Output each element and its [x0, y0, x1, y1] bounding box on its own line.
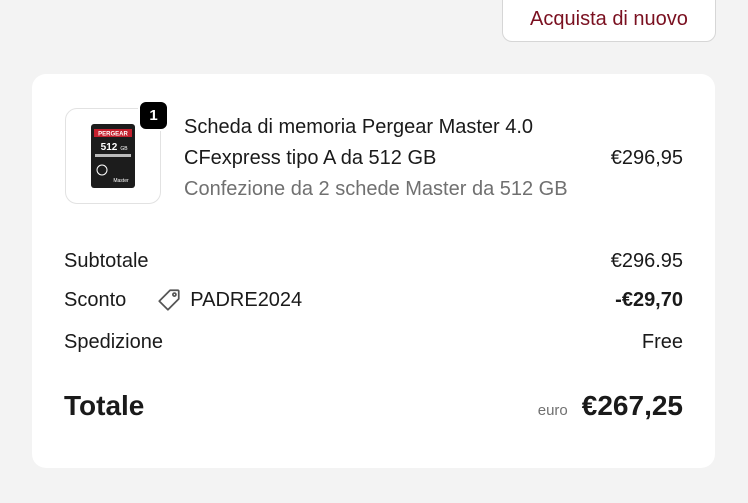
total-currency: euro	[537, 402, 568, 419]
subtotal-value: €296.95	[610, 249, 683, 272]
discount-value: -€29,70	[615, 288, 683, 311]
product-variant: Confezione da 2 schede Master da 512 GB	[184, 178, 568, 200]
total-value: €267,25	[581, 390, 683, 421]
tag-icon	[158, 289, 180, 311]
subtotal-row: Subtotale €296.95	[64, 246, 683, 276]
card-series-text: Master	[113, 178, 129, 184]
total-row: Totale euro €267,25	[64, 388, 683, 424]
card-unit-text: GB	[120, 146, 128, 152]
memory-card-image: PERGEAR 512 GB Master	[91, 124, 135, 188]
shipping-value: Free	[641, 330, 683, 353]
shipping-label: Spedizione	[64, 330, 163, 353]
discount-row: Sconto PADRE2024 -€29,70	[64, 285, 683, 315]
card-capacity-text: 512	[101, 142, 118, 153]
discount-code-text: PADRE2024	[190, 288, 303, 311]
product-price: €296,95	[610, 147, 683, 169]
subtotal-label: Subtotale	[64, 249, 149, 272]
shipping-row: Spedizione Free	[64, 327, 683, 357]
discount-label: Sconto	[64, 288, 127, 311]
quantity-badge: 1	[138, 100, 169, 131]
total-label: Totale	[64, 390, 145, 421]
order-summary-card: PERGEAR 512 GB Master 1 Scheda di memori…	[32, 74, 715, 468]
discount-code: PADRE2024	[156, 287, 302, 313]
product-title: Scheda di memoria Pergear Master 4.0 CFe…	[184, 116, 534, 169]
buy-again-button[interactable]: Acquista di nuovo	[502, 0, 716, 42]
card-brand-text: PERGEAR	[98, 132, 128, 138]
